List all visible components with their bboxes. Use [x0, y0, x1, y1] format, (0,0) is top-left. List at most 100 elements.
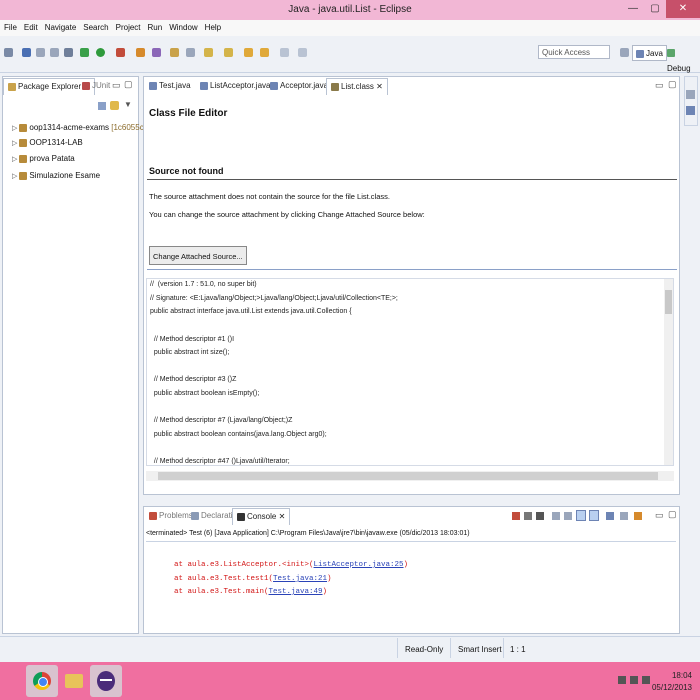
menu-window[interactable]: Window [165, 20, 200, 32]
close-icon[interactable]: ✕ [376, 82, 383, 91]
pin-icon[interactable] [298, 48, 307, 57]
run-icon[interactable] [96, 48, 105, 57]
tab-console[interactable]: Console ✕ [232, 508, 291, 525]
network-icon[interactable] [630, 676, 638, 684]
source-not-found-heading: Source not found [149, 166, 224, 176]
new-icon[interactable] [4, 48, 13, 57]
back-icon[interactable] [244, 48, 253, 57]
pin-console-icon[interactable] [606, 512, 614, 520]
source-line: public abstract boolean contains(java.la… [150, 431, 327, 438]
maximize-view-icon[interactable]: ▢ [124, 79, 133, 90]
stack-trace-link[interactable]: Test.java:49 [269, 588, 323, 596]
previous-annotation-icon[interactable] [224, 48, 233, 57]
open-console-icon[interactable] [634, 512, 642, 520]
console-divider [146, 541, 676, 542]
perspective-java[interactable]: Java [632, 45, 667, 61]
terminate-icon[interactable] [512, 512, 520, 520]
source-line: // Method descriptor #1 ()I [150, 336, 235, 343]
last-edit-icon[interactable] [280, 48, 289, 57]
tab-list-class[interactable]: List.class ✕ [326, 78, 388, 95]
perspective-debug[interactable]: Debug [664, 45, 700, 73]
toggle-icon[interactable] [64, 48, 73, 57]
tab-test-java[interactable]: Test.java [145, 78, 195, 94]
tree-item-project[interactable]: ▷ Simulazione Esame [12, 170, 100, 183]
editor-heading: Class File Editor [149, 108, 228, 119]
view-menu-icon[interactable]: ▼ [124, 100, 132, 109]
source-line: // Method descriptor #7 (Ljava/lang/Obje… [150, 417, 293, 424]
source-line: // Method descriptor #47 ()Ljava/util/It… [150, 458, 290, 465]
remove-all-icon[interactable] [536, 512, 544, 520]
quick-access-input[interactable]: Quick Access [538, 45, 610, 59]
outline-icon[interactable] [686, 90, 695, 99]
save-icon[interactable] [22, 48, 31, 57]
declaration-icon [191, 511, 199, 520]
menu-navigate[interactable]: Navigate [41, 20, 80, 32]
menu-search[interactable]: Search [79, 20, 111, 32]
scrollbar-thumb[interactable] [158, 472, 658, 480]
minimize-view-icon[interactable]: ▭ [655, 80, 664, 91]
remove-launch-icon[interactable] [524, 512, 532, 520]
maximize-view-icon[interactable]: ▢ [668, 79, 677, 90]
show-stdout-icon[interactable] [576, 510, 586, 521]
forward-icon[interactable] [260, 48, 269, 57]
print-icon[interactable] [50, 48, 59, 57]
status-separator [397, 638, 398, 658]
new-package-icon[interactable] [152, 48, 161, 57]
chrome-taskbar-button[interactable] [26, 665, 58, 697]
open-perspective-icon[interactable] [620, 48, 629, 57]
new-java-project-icon[interactable] [136, 48, 145, 57]
project-icon [19, 138, 28, 147]
title-bar: Java - java.util.List - Eclipse — ▢ ✕ [0, 0, 700, 20]
next-annotation-icon[interactable] [204, 48, 213, 57]
scroll-lock-icon[interactable] [564, 512, 572, 520]
search-icon[interactable] [186, 48, 195, 57]
link-with-editor-icon[interactable] [110, 101, 119, 110]
clear-console-icon[interactable] [552, 512, 560, 520]
tree-item-project[interactable]: ▷ OOP1314-LAB [12, 137, 83, 150]
eclipse-taskbar-button[interactable] [90, 665, 122, 697]
scrollbar-thumb[interactable] [665, 290, 672, 314]
clock-date: 05/12/2013 [651, 683, 692, 692]
menu-edit[interactable]: Edit [20, 20, 41, 32]
system-clock[interactable]: 18:04 05/12/2013 [652, 670, 692, 694]
maximize-button[interactable]: ▢ [644, 0, 666, 18]
minimize-button[interactable]: — [622, 0, 644, 18]
source-line: // Signature: <E:Ljava/lang/Object;>Ljav… [150, 295, 398, 302]
open-type-icon[interactable] [170, 48, 179, 57]
menu-help[interactable]: Help [201, 20, 224, 32]
tab-listacceptor-java[interactable]: ListAcceptor.java [196, 78, 274, 94]
save-all-icon[interactable] [36, 48, 45, 57]
close-button[interactable]: ✕ [666, 0, 700, 18]
volume-icon[interactable] [642, 676, 650, 684]
close-icon[interactable]: ✕ [279, 512, 286, 521]
change-attached-source-button[interactable]: Change Attached Source... [149, 246, 247, 265]
menu-project[interactable]: Project [112, 20, 144, 32]
external-tools-icon[interactable] [116, 48, 125, 57]
show-stderr-icon[interactable] [589, 510, 599, 521]
tab-junit[interactable]: JUnit [78, 78, 114, 94]
menu-run[interactable]: Run [144, 20, 166, 32]
tray-expand-icon[interactable] [618, 676, 626, 684]
heading-divider [147, 179, 677, 180]
project-icon [19, 154, 28, 163]
minimize-view-icon[interactable]: ▭ [112, 80, 121, 91]
display-console-icon[interactable] [620, 512, 628, 520]
debug-icon[interactable] [80, 48, 89, 57]
stack-trace-link[interactable]: ListAcceptor.java:25 [314, 561, 404, 569]
menu-file[interactable]: File [0, 20, 20, 32]
collapse-all-icon[interactable] [98, 102, 106, 110]
tree-item-project[interactable]: ▷ prova Patata [12, 153, 75, 166]
file-explorer-taskbar-button[interactable] [58, 665, 90, 697]
source-line: public abstract interface java.util.List… [150, 308, 352, 315]
source-message-1: The source attachment does not contain t… [149, 192, 390, 201]
project-icon [19, 171, 28, 180]
task-list-icon[interactable] [686, 106, 695, 115]
tab-acceptor-java[interactable]: Acceptor.java [266, 78, 332, 94]
minimize-view-icon[interactable]: ▭ [655, 510, 664, 521]
cursor-position-status: 1 : 1 [510, 645, 526, 654]
java-file-icon [200, 81, 208, 90]
folder-icon [65, 674, 83, 688]
maximize-view-icon[interactable]: ▢ [668, 509, 677, 520]
insert-mode-status: Smart Insert [458, 645, 502, 654]
stack-trace-link[interactable]: Test.java:21 [273, 575, 327, 583]
